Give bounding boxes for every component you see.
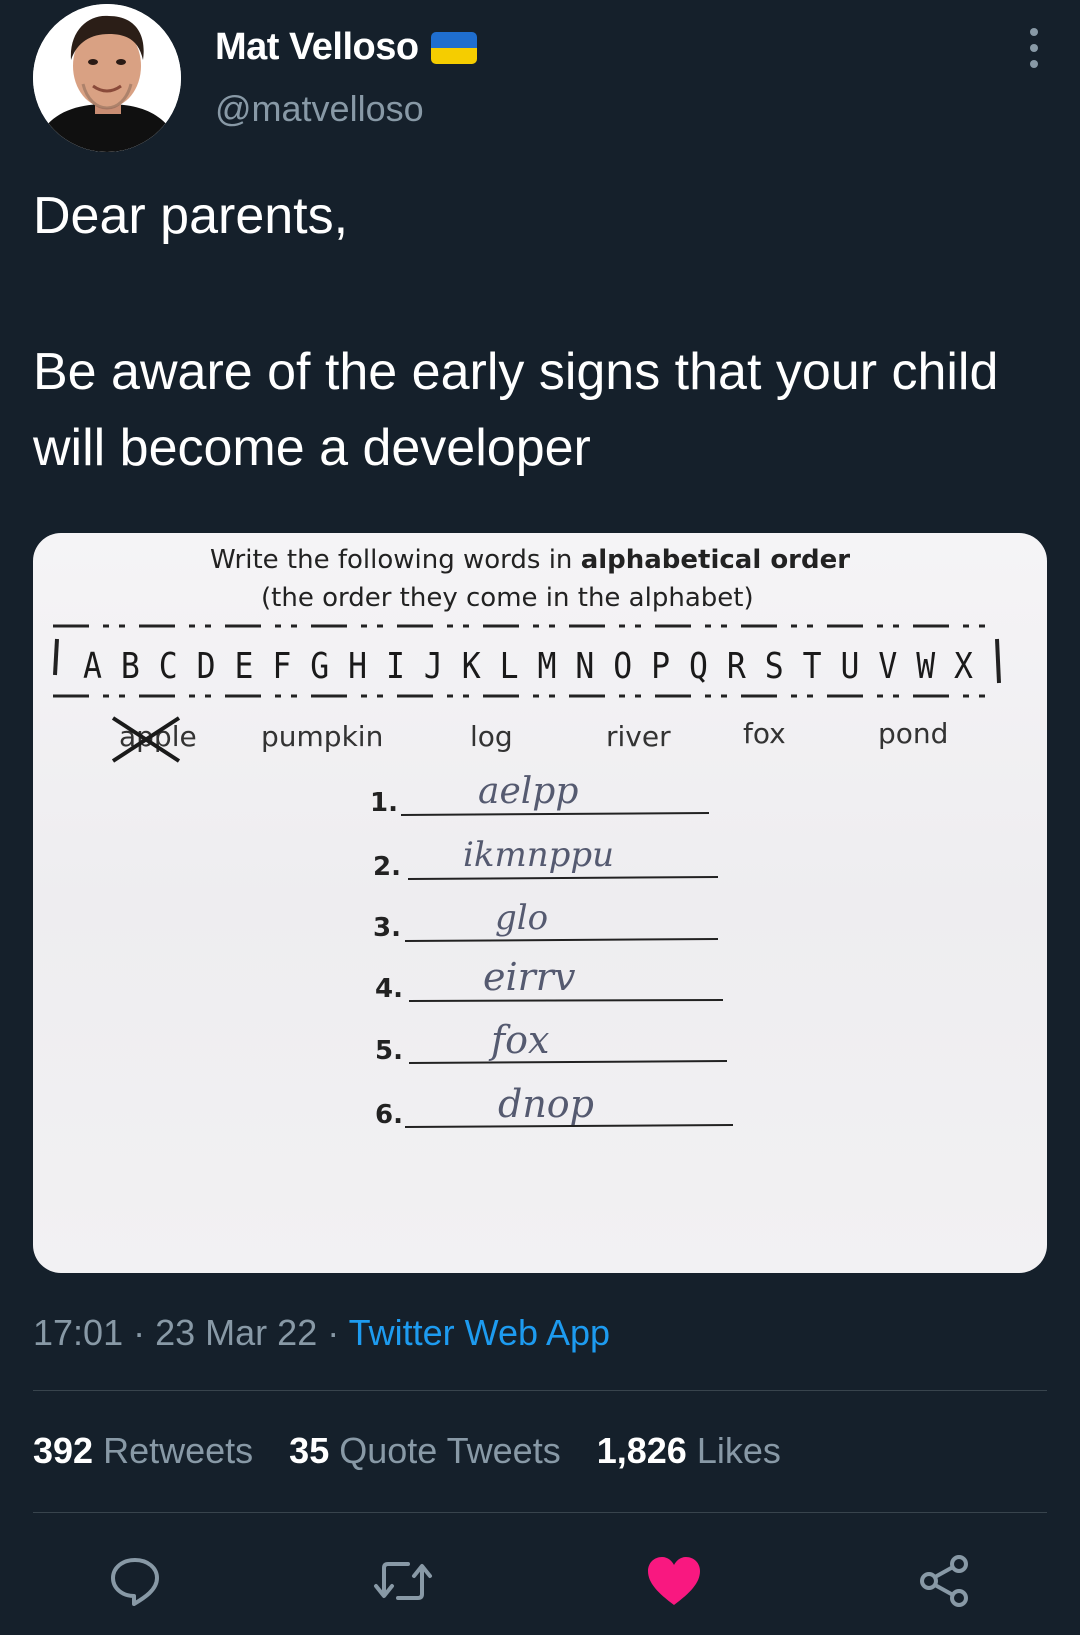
svg-text:5.: 5. [375,1036,403,1066]
meta-separator: · [133,1312,146,1353]
like-button[interactable] [643,1550,705,1612]
svg-text:2.: 2. [373,852,401,882]
author-name[interactable]: Mat Velloso [215,26,419,69]
reply-icon [111,1558,159,1606]
divider [33,1512,1047,1513]
quote-tweets-stat[interactable]: 35 Quote Tweets [289,1430,561,1472]
word-fox: fox [743,717,786,750]
display-name[interactable]: Mat Velloso [215,26,477,69]
reply-button[interactable] [104,1550,166,1612]
retweets-count: 392 [33,1430,94,1471]
answer-row-2: 2. ikmnppu [373,835,719,882]
tweet-source-link[interactable]: Twitter Web App [349,1312,610,1353]
tweet-stats: 392 Retweets 35 Quote Tweets 1,826 Likes [33,1430,781,1472]
tweet-image[interactable]: Write the following words in alphabetica… [33,533,1047,1273]
answer-4: eirrv [483,955,576,999]
share-icon [920,1555,968,1607]
retweet-button[interactable] [372,1550,434,1612]
word-pumpkin: pumpkin [261,720,383,753]
tweet-greeting: Dear parents, [33,187,349,245]
tweet-text: Dear parents, Be aware of the early sign… [33,178,1043,486]
avatar-photo [33,4,181,152]
tweet-actions [0,1540,1080,1620]
worksheet-instruction-line2: (the order they come in the alphabet) [261,583,754,613]
answer-row-5: 5. fox [375,1018,728,1066]
likes-count: 1,826 [596,1430,687,1471]
svg-text:1.: 1. [370,788,398,818]
tweet-time[interactable]: 17:01 [33,1312,123,1353]
meta-separator: · [327,1312,340,1353]
word-river: river [606,720,671,753]
ukraine-flag-icon [430,31,477,64]
quotes-count: 35 [289,1430,330,1471]
alphabet-strip: A B C D E F G H I J K L M N O P Q R S T … [83,646,973,687]
alphabet-bracket-left [53,638,59,676]
retweet-icon [374,1562,432,1600]
share-button[interactable] [914,1550,976,1612]
answer-row-1: 1. aelpp [370,771,710,818]
tweet-timestamp: 17:01 · 23 Mar 22 · Twitter Web App [33,1312,610,1354]
tweet-date[interactable]: 23 Mar 22 [155,1312,317,1353]
avatar[interactable] [33,4,181,152]
retweets-label: Retweets [103,1430,254,1471]
tweet-body: Be aware of the early signs that your ch… [33,343,999,477]
quotes-label: Quote Tweets [339,1430,561,1471]
answer-5: fox [488,1018,549,1062]
tweet-header: Mat Velloso @matvelloso [0,0,1080,160]
answer-row-6: 6. dnop [375,1082,734,1130]
worksheet-photo: Write the following words in alphabetica… [53,545,1001,1130]
likes-stat[interactable]: 1,826 Likes [597,1430,781,1472]
answer-row-4: 4. eirrv [375,955,724,1004]
likes-label: Likes [696,1430,781,1471]
svg-text:4.: 4. [375,974,403,1004]
answer-row-3: 3. glo [373,898,719,943]
more-options-icon[interactable] [1028,28,1040,68]
word-pond: pond [878,717,948,750]
answer-2: ikmnppu [463,835,614,875]
worksheet-instruction-line1: Write the following words in alphabetica… [210,545,850,575]
answer-1: aelpp [478,771,578,812]
word-log: log [470,720,513,753]
retweets-stat[interactable]: 392 Retweets [33,1430,253,1472]
alphabet-bracket-right [995,638,1001,684]
answer-6: dnop [498,1082,594,1126]
svg-text:6.: 6. [375,1100,403,1130]
heart-icon [648,1557,700,1605]
svg-text:3.: 3. [373,913,401,943]
divider [33,1390,1047,1391]
author-handle[interactable]: @matvelloso [215,88,424,130]
answer-3: glo [495,898,548,938]
